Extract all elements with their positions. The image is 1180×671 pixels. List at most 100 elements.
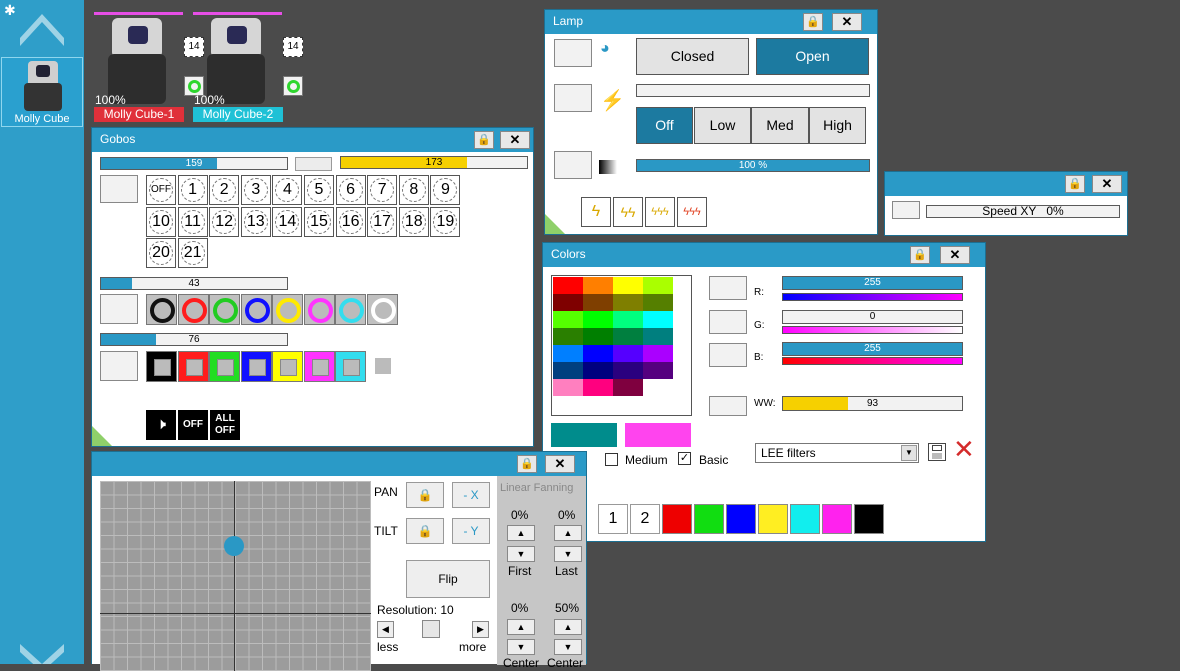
palette-swatch[interactable] [613,294,643,311]
gobo-slot-21[interactable]: 21 [177,238,208,268]
palette-swatch[interactable] [553,379,583,396]
color-preset-swatch[interactable] [694,504,724,534]
filter-select[interactable]: LEE filters ▼ [755,443,919,463]
color-wheel-button[interactable] [100,294,138,324]
ring-gobo-6[interactable] [303,294,335,325]
palette-swatch[interactable] [583,294,613,311]
palette-swatch[interactable] [643,345,673,362]
palette-swatch[interactable] [613,328,643,345]
speed-titlebar[interactable]: 🔒 ✕ [885,172,1127,196]
scroll-up-icon[interactable] [16,10,68,52]
white-button[interactable] [709,396,747,416]
last-up-button[interactable]: ▲ [554,525,582,541]
palette-swatch[interactable] [553,311,583,328]
lock-icon[interactable]: 🔒 [910,246,930,264]
gobos-titlebar[interactable]: Gobos 🔒 ✕ [92,128,533,152]
center2-up-button[interactable]: ▲ [554,619,582,635]
save-icon[interactable] [928,443,946,461]
color-preset-swatch[interactable] [822,504,852,534]
scroll-down-icon[interactable] [16,640,68,664]
blue-slider[interactable]: 255 [782,342,963,356]
frame-gobo-7[interactable] [335,351,366,382]
frame-gobo-5[interactable] [272,351,303,382]
dock-fixture-item[interactable]: Molly Cube [1,57,83,127]
speaker-icon[interactable]: 🕨 [146,410,176,440]
frame-slider[interactable]: 76 [100,333,288,346]
gobo-slot-1[interactable]: 1 [177,175,208,205]
pantilt-titlebar[interactable]: 🔒 ✕ [92,452,586,476]
lamp-titlebar[interactable]: Lamp 🔒 ✕ [545,10,877,34]
palette-swatch[interactable] [553,328,583,345]
palette-swatch[interactable] [583,277,613,294]
close-button[interactable]: ✕ [545,455,575,473]
shutter-closed-button[interactable]: Closed [636,38,749,75]
ring-gobo-3[interactable] [209,294,240,325]
ring-gobo-4[interactable] [240,294,272,325]
fixture-2[interactable]: 14 100% Molly Cube-2 [193,12,303,124]
mode-off-button[interactable]: Off [636,107,693,144]
gobo-slot-11[interactable]: 11 [177,207,208,237]
palette-swatch[interactable] [643,328,673,345]
gobo-slot-2[interactable]: 2 [209,175,240,205]
sound-off-button[interactable]: OFF [178,410,208,440]
frame-gobo-1[interactable] [146,351,177,382]
gobo-slot-14[interactable]: 14 [272,207,303,237]
shutter-open-button[interactable]: Open [756,38,869,75]
strobe-fast-icon[interactable]: ϟϟϟ [645,197,675,227]
gobo-slot-20[interactable]: 20 [146,238,176,268]
frame-button[interactable] [100,351,138,381]
palette-swatch[interactable] [643,311,673,328]
gobo-slot-16[interactable]: 16 [335,207,366,237]
center1-up-button[interactable]: ▲ [507,619,535,635]
gobo-slot-6[interactable]: 6 [335,175,366,205]
basic-checkbox[interactable]: ✓ [678,452,691,465]
gobo-slot-19[interactable]: 19 [430,207,461,237]
lock-icon[interactable]: 🔒 [474,131,494,149]
palette-swatch[interactable] [553,277,583,294]
pantilt-position-marker[interactable] [224,536,244,556]
close-button[interactable]: ✕ [940,246,970,264]
speed-slider[interactable]: Speed XY 0% [926,205,1120,218]
palette-swatch[interactable] [643,379,673,396]
palette-swatch[interactable] [583,345,613,362]
last-down-button[interactable]: ▼ [554,546,582,562]
palette-swatch[interactable] [553,345,583,362]
gobo-slot-18[interactable]: 18 [398,207,429,237]
frame-gobo-2[interactable] [177,351,209,382]
color-preset-1[interactable]: 1 [598,504,628,534]
first-down-button[interactable]: ▼ [507,546,535,562]
gobo-slot-12[interactable]: 12 [209,207,240,237]
pan-lock-icon[interactable]: 🔒 [406,482,444,508]
resize-corner-icon[interactable] [545,214,565,234]
center1-down-button[interactable]: ▼ [507,639,535,655]
gobo-slot-off[interactable]: OFF [146,175,176,205]
lock-icon[interactable]: 🔒 [517,455,537,473]
invert-y-button[interactable]: - Y [452,518,490,544]
gobo-wheel-slider[interactable]: 159 [100,157,288,170]
palette-swatch[interactable] [553,362,583,379]
palette-swatch[interactable] [613,277,643,294]
gobo-slot-5[interactable]: 5 [304,175,334,205]
lock-icon[interactable]: 🔒 [1065,175,1085,193]
gobo-slot-3[interactable]: 3 [240,175,271,205]
resize-corner-icon[interactable] [92,426,112,446]
color-preset-swatch[interactable] [790,504,820,534]
palette-swatch[interactable] [613,379,643,396]
ring-gobo-1[interactable] [146,294,177,325]
blue-button[interactable] [709,343,747,367]
gobo-slot-9[interactable]: 9 [430,175,461,205]
colors-titlebar[interactable]: Colors 🔒 ✕ [543,243,985,267]
color-preset-2[interactable]: 2 [630,504,660,534]
dimmer-slider[interactable]: 100 % [636,159,870,172]
red-button[interactable] [709,276,747,300]
center2-down-button[interactable]: ▼ [554,639,582,655]
ring-gobo-8[interactable] [366,294,398,325]
mode-med-button[interactable]: Med [751,107,809,144]
mode-low-button[interactable]: Low [694,107,751,144]
palette-swatch[interactable] [613,362,643,379]
mode-high-button[interactable]: High [809,107,866,144]
close-button[interactable]: ✕ [832,13,862,31]
invert-x-button[interactable]: - X [452,482,490,508]
gobo-extra-square[interactable] [375,358,391,374]
ring-gobo-5[interactable] [272,294,303,325]
